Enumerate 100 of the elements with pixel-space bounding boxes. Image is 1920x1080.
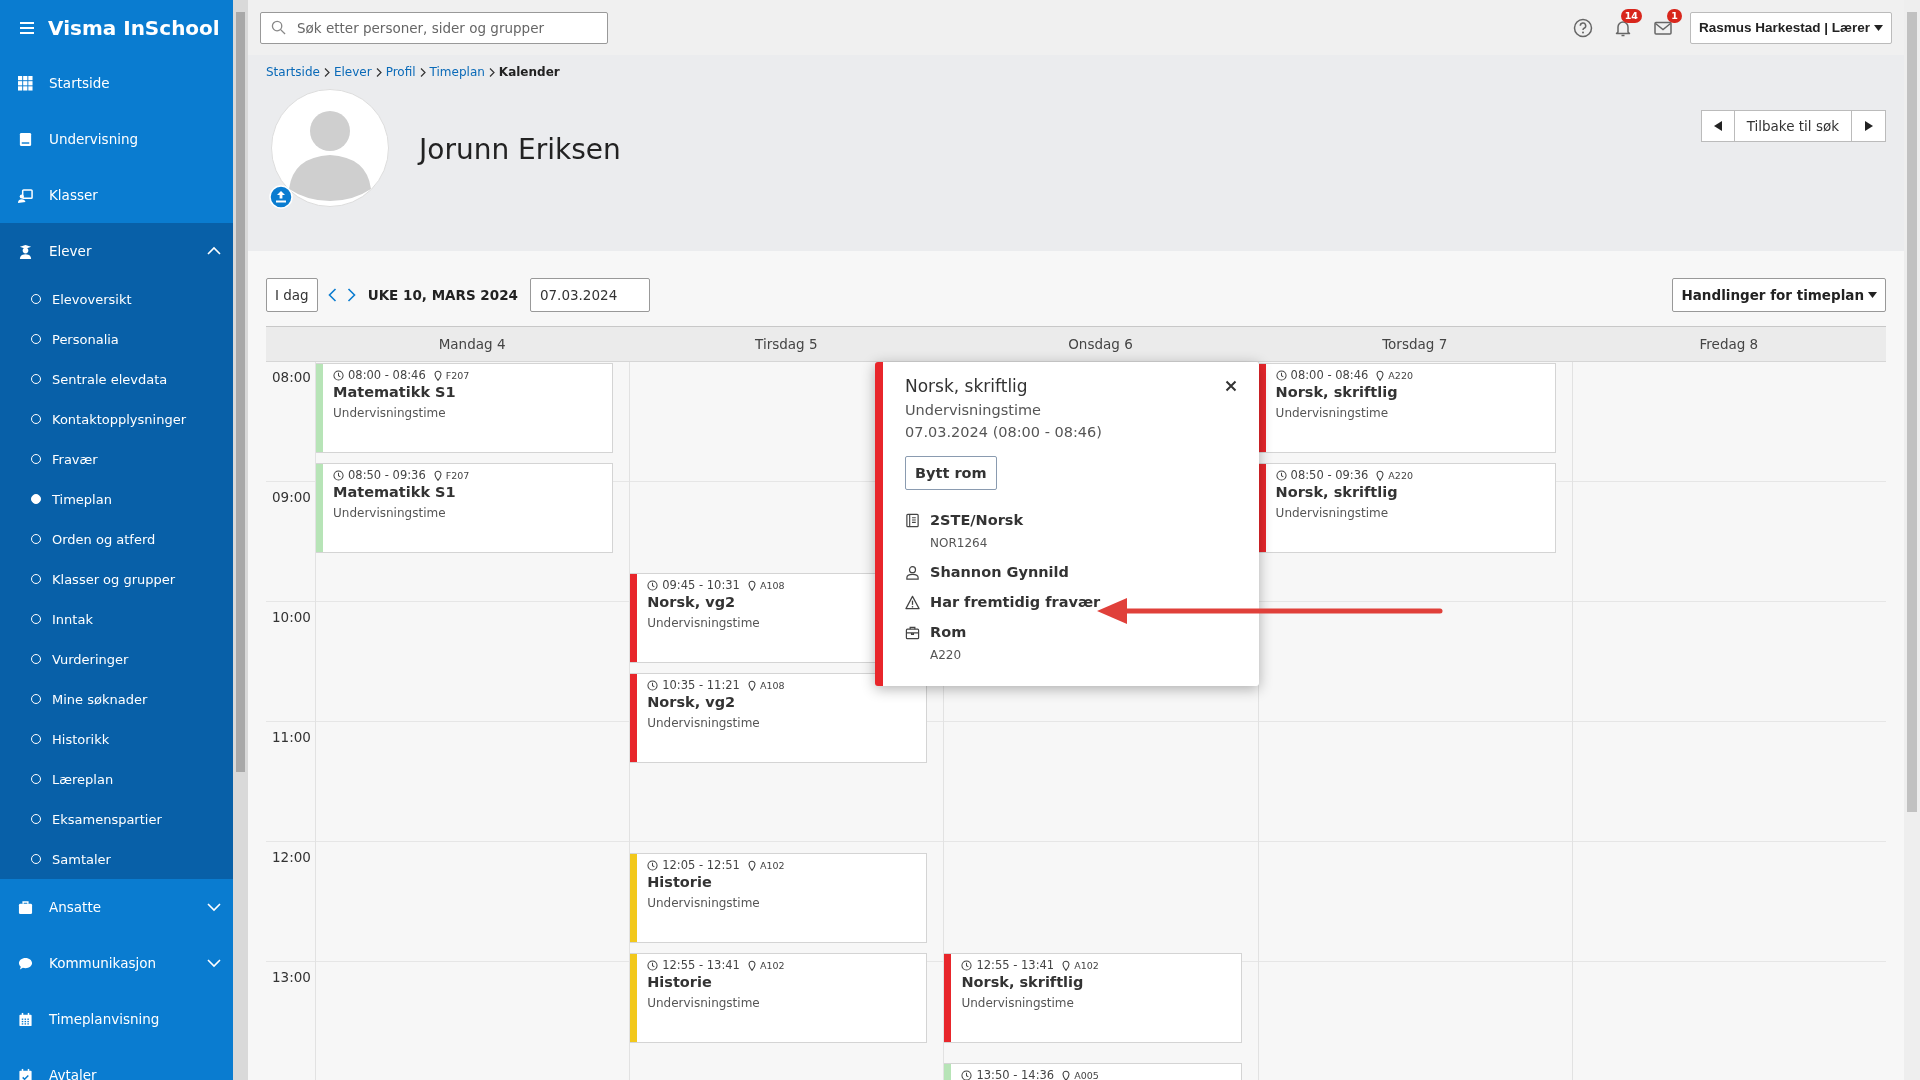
sidebar-item[interactable]: Avtaler: [0, 1047, 233, 1080]
breadcrumb-link[interactable]: Startside: [266, 65, 320, 79]
location-pin-icon: [747, 679, 756, 691]
back-to-search-button[interactable]: Tilbake til søk: [1734, 110, 1852, 142]
sidebar-subitem[interactable]: Mine søknader: [52, 691, 148, 707]
sidebar-subitem[interactable]: Inntak: [52, 611, 93, 627]
breadcrumb-link[interactable]: Elever: [333, 65, 372, 79]
location-pin-icon: [747, 859, 756, 871]
calendar-event[interactable]: 13:50 - 14:36 A005: [944, 1063, 1242, 1080]
sidebar-subitem[interactable]: Samtaler: [52, 851, 111, 867]
detail-value: A220: [930, 648, 963, 662]
calendar-event[interactable]: 12:05 - 12:51 A102 Historie Undervisningstime: [630, 853, 928, 943]
clock-icon: [961, 1069, 973, 1080]
breadcrumb-link[interactable]: Timeplan: [429, 65, 485, 79]
next-button[interactable]: [1852, 110, 1886, 142]
calendar-event[interactable]: 08:50 - 09:36 F207 Matematikk S1 Undervisningstime: [316, 463, 614, 553]
previous-button[interactable]: [1700, 110, 1735, 142]
sidebar-subitem[interactable]: Eksamenspartier: [52, 811, 162, 827]
clock-icon: [647, 959, 659, 971]
sidebar-subitem[interactable]: Læreplan: [52, 771, 114, 787]
event-type: Undervisningstime: [647, 896, 760, 910]
event-time: 08:00 - 08:46: [1290, 368, 1369, 382]
scrollbar[interactable]: [233, 0, 248, 1080]
clock-icon: [333, 369, 344, 381]
grid-icon: [18, 75, 33, 91]
event-title: Norsk, skriftlig: [961, 974, 1084, 990]
student-name: Jorunn Eriksen: [419, 133, 622, 166]
location-pin-icon: [433, 469, 442, 481]
help-icon[interactable]: [1572, 17, 1593, 38]
event-title: Norsk, vg2: [647, 594, 736, 610]
calendar-event[interactable]: 10:35 - 11:21 A108 Norsk, vg2 Undervisningstime: [630, 673, 928, 763]
today-button[interactable]: I dag: [266, 278, 318, 312]
chevron-icon: [207, 246, 221, 256]
event-type: Undervisningstime: [647, 996, 760, 1010]
notification-count: 14: [1620, 8, 1642, 23]
sidebar-subitem[interactable]: Personalia: [52, 331, 119, 347]
popup-title: Norsk, skriftlig: [905, 376, 1028, 396]
event-title: Norsk, skriftlig: [1275, 384, 1398, 400]
sidebar-subitem[interactable]: Klasser og grupper: [52, 571, 176, 587]
sidebar-item[interactable]: Ansatte: [0, 879, 233, 935]
event-type: Undervisningstime: [1275, 406, 1389, 420]
student-icon: [18, 243, 33, 259]
sidebar-subitem[interactable]: Orden og atferd: [52, 531, 156, 547]
search-field[interactable]: Søk etter personer, sider og grupper: [260, 11, 608, 44]
sidebar-item[interactable]: Klasser: [0, 167, 233, 223]
sidebar-subitem[interactable]: Elevoversikt: [52, 291, 132, 307]
popup-type: Undervisningstime: [905, 402, 1042, 418]
detail-value: NOR1264: [930, 536, 989, 550]
breadcrumb-link[interactable]: Profil: [385, 65, 416, 79]
clock-icon: [1275, 369, 1287, 381]
chevron-icon: [375, 67, 382, 77]
search-icon: [271, 19, 286, 35]
person-icon: [905, 564, 920, 580]
calendar-event[interactable]: 08:00 - 08:46 F207 Matematikk S1 Undervisningstime: [316, 363, 614, 453]
event-time: 12:05 - 12:51: [662, 858, 740, 872]
sidebar-item[interactable]: Timeplanvisning: [0, 991, 233, 1047]
actions-dropdown[interactable]: Handlinger for timeplan: [1672, 278, 1886, 312]
breadcrumb-current: Kalender: [498, 65, 560, 79]
clock-icon: [333, 469, 344, 481]
sidebar-item[interactable]: Undervisning: [0, 111, 233, 167]
date-field[interactable]: 07.03.2024: [529, 278, 650, 312]
previous-week-icon[interactable]: [327, 288, 337, 302]
calendar-event[interactable]: 12:55 - 13:41 A102 Historie Undervisningstime: [630, 953, 928, 1043]
day-header: Fredag 8: [1698, 335, 1760, 354]
detail-label: Har fremtidig fravær: [930, 594, 1102, 610]
sidebar-item[interactable]: Kommunikasjon: [0, 935, 233, 991]
upload-icon[interactable]: [269, 185, 293, 209]
event-room: A005: [1074, 1069, 1099, 1080]
chat-icon: [18, 955, 33, 971]
sidebar-subitem[interactable]: Historikk: [52, 731, 110, 747]
briefcase-icon: [18, 899, 33, 915]
event-room: A102: [759, 859, 785, 871]
sidebar-item[interactable]: Elever: [0, 223, 233, 279]
sidebar-subitem[interactable]: Fravær: [52, 451, 98, 467]
sidebar-subitem[interactable]: Timeplan: [52, 491, 112, 507]
sidebar-subitem[interactable]: Sentrale elevdata: [52, 371, 168, 387]
event-title: Historie: [647, 874, 712, 890]
chevron-icon: [419, 67, 426, 77]
sidebar-subitem[interactable]: Vurderinger: [52, 651, 129, 667]
book-icon: [18, 131, 33, 147]
app-title: Visma InSchool: [48, 15, 220, 40]
event-room: A220: [1388, 369, 1413, 381]
hour-label: 12:00: [272, 849, 311, 865]
event-room: A108: [759, 579, 785, 591]
menu-icon[interactable]: [20, 21, 34, 34]
day-header: Onsdag 6: [1067, 335, 1134, 354]
next-week-icon[interactable]: [346, 288, 356, 302]
user-menu[interactable]: Rasmus Harkestad | Lærer: [1689, 11, 1892, 44]
sidebar-subitem[interactable]: Kontaktopplysninger: [52, 411, 186, 427]
popup-datetime: 07.03.2024 (08:00 - 08:46): [905, 424, 1103, 440]
calendar-event[interactable]: 08:50 - 09:36 A220 Norsk, skriftlig Undervisningstime: [1258, 463, 1556, 553]
event-title: Norsk, skriftlig: [1275, 484, 1398, 500]
change-room-button[interactable]: Bytt rom: [905, 456, 997, 490]
sidebar-item[interactable]: Startside: [0, 55, 233, 111]
calendar-event[interactable]: 12:55 - 13:41 A102 Norsk, skriftlig Undervisningstime: [944, 953, 1242, 1043]
close-icon[interactable]: [1225, 380, 1237, 392]
calendar-event[interactable]: 08:00 - 08:46 A220 Norsk, skriftlig Undervisningstime: [1258, 363, 1556, 453]
scrollbar[interactable]: [1904, 0, 1920, 1080]
event-type: Undervisningstime: [333, 506, 446, 520]
clock-icon: [961, 959, 973, 971]
